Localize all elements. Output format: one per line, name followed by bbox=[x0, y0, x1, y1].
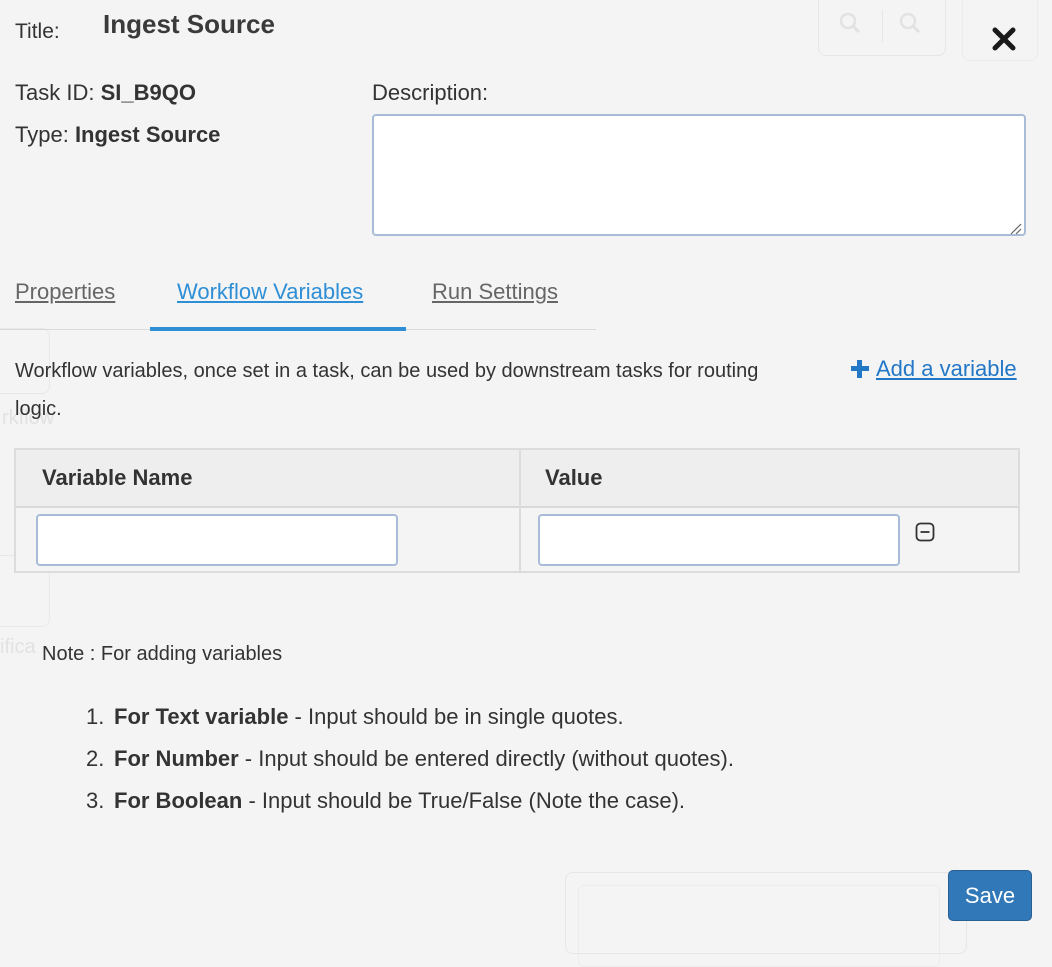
list-number: 1. bbox=[86, 704, 105, 729]
close-icon[interactable] bbox=[987, 22, 1021, 56]
column-header-variable-name: Variable Name bbox=[42, 465, 193, 490]
variables-table: Variable Name Value bbox=[14, 448, 1020, 573]
task-id-label: Task ID: bbox=[15, 80, 95, 105]
list-item: 1. For Text variable - Input should be in… bbox=[86, 701, 734, 743]
tab-properties[interactable]: Properties bbox=[15, 279, 115, 305]
list-number: 3. bbox=[86, 788, 105, 813]
task-id-value: SI_B9QO bbox=[100, 80, 196, 105]
plus-icon bbox=[850, 359, 870, 379]
add-variable-label: Add a variable bbox=[876, 356, 1017, 381]
note-term: For Text variable bbox=[114, 704, 289, 729]
table-header: Variable Name Value bbox=[16, 450, 1018, 508]
list-item: 2. For Number - Input should be entered d… bbox=[86, 743, 734, 785]
variable-value-input[interactable] bbox=[538, 514, 900, 566]
description-field[interactable] bbox=[372, 114, 1026, 236]
add-variable-link[interactable]: Add a variable bbox=[850, 356, 1017, 382]
tab-workflow-variables[interactable]: Workflow Variables bbox=[177, 279, 363, 305]
note-term: For Boolean bbox=[114, 788, 243, 813]
note-text: - Input should be True/False (Note the c… bbox=[242, 788, 686, 813]
note-list: 1. For Text variable - Input should be in… bbox=[86, 701, 734, 827]
background-panel bbox=[565, 872, 967, 967]
list-item: 3. For Boolean - Input should be True/Fal… bbox=[86, 785, 734, 827]
background-zoom-controls bbox=[818, 0, 946, 56]
list-number: 2. bbox=[86, 746, 105, 771]
tab-run-settings[interactable]: Run Settings bbox=[432, 279, 558, 305]
type-label: Type: bbox=[15, 122, 69, 147]
zoom-in-icon bbox=[899, 12, 921, 34]
minus-square-icon[interactable] bbox=[915, 522, 935, 542]
note-text: - Input should be entered directly (with… bbox=[238, 746, 734, 771]
background-text: ifica bbox=[0, 636, 36, 658]
description-label: Description: bbox=[372, 80, 489, 105]
note-term: For Number bbox=[114, 746, 239, 771]
column-header-value: Value bbox=[545, 465, 603, 490]
variable-name-input[interactable] bbox=[36, 514, 398, 566]
task-id: Task ID: SI_B9QO bbox=[15, 80, 196, 106]
zoom-out-icon bbox=[839, 12, 861, 34]
type-value: Ingest Source bbox=[74, 122, 221, 147]
task-type: Type: Ingest Source bbox=[15, 122, 220, 148]
note-text: - Input should be in single quotes. bbox=[288, 704, 624, 729]
save-button[interactable]: Save bbox=[948, 870, 1032, 921]
column-divider bbox=[519, 450, 521, 571]
active-tab-indicator bbox=[150, 327, 406, 331]
workflow-variables-description: Workflow variables, once set in a task, … bbox=[15, 360, 759, 420]
page-title: Ingest Source bbox=[103, 9, 275, 39]
note-title: Note : For adding variables bbox=[42, 643, 283, 665]
title-label: Title: bbox=[15, 20, 60, 43]
resize-grip-icon[interactable] bbox=[1010, 222, 1022, 235]
